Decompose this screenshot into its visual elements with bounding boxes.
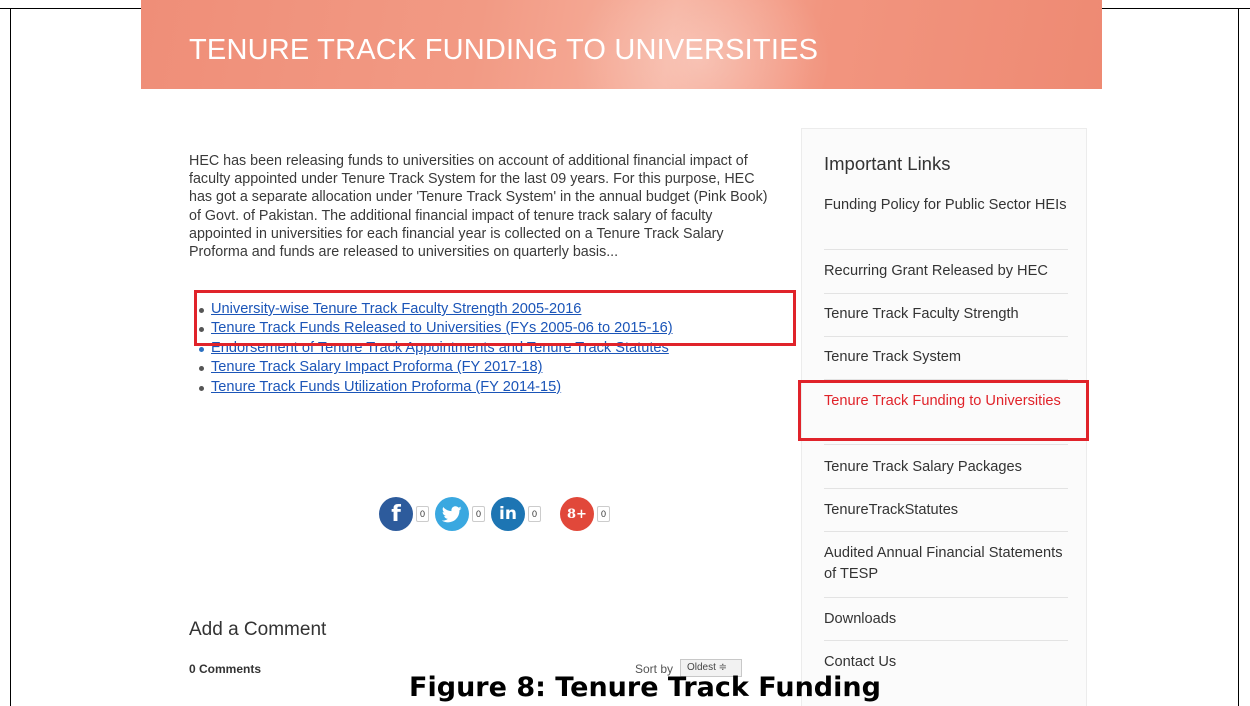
sidebar-item-faculty-strength[interactable]: Tenure Track Faculty Strength [824, 304, 1068, 325]
sidebar-divider [824, 444, 1068, 445]
highlight-box-documents [194, 290, 796, 346]
share-google-plus[interactable]: 8+ 0 [560, 497, 611, 531]
share-count: 0 [528, 506, 542, 522]
sidebar-item-statutes[interactable]: TenureTrackStatutes [824, 500, 1068, 521]
figure-right-border [1238, 8, 1239, 706]
sidebar-title: Important Links [824, 153, 951, 174]
sidebar-divider [824, 336, 1068, 337]
add-comment-heading: Add a Comment [189, 619, 327, 640]
doc-link-salary-impact-proforma[interactable]: Tenure Track Salary Impact Proforma (FY … [211, 359, 542, 375]
share-count: 0 [597, 506, 611, 522]
highlight-box-sidebar [798, 380, 1089, 441]
sidebar-item-downloads[interactable]: Downloads [824, 609, 1068, 630]
share-facebook[interactable]: f 0 [379, 497, 430, 531]
sidebar-item-tenure-track-system[interactable]: Tenure Track System [824, 347, 1068, 368]
share-twitter[interactable]: 0 [435, 497, 486, 531]
sidebar-item-funding-policy[interactable]: Funding Policy for Public Sector HEIs [824, 195, 1068, 216]
page-title: TENURE TRACK FUNDING TO UNIVERSITIES [189, 34, 819, 66]
sidebar-divider [824, 597, 1068, 598]
sidebar-item-salary-packages[interactable]: Tenure Track Salary Packages [824, 457, 1068, 478]
list-item: Tenure Track Funds Utilization Proforma … [189, 378, 789, 397]
sidebar-item-contact-us[interactable]: Contact Us [824, 652, 1068, 673]
sidebar-divider [824, 249, 1068, 250]
sidebar-item-audited-statements[interactable]: Audited Annual Financial Statements of T… [824, 543, 1068, 584]
doc-link-funds-utilization-proforma[interactable]: Tenure Track Funds Utilization Proforma … [211, 379, 561, 395]
facebook-icon[interactable]: f [379, 497, 413, 531]
linkedin-icon[interactable]: in [491, 497, 525, 531]
twitter-icon[interactable] [435, 497, 469, 531]
share-count: 0 [416, 506, 430, 522]
figure-left-border [10, 8, 11, 706]
share-linkedin[interactable]: in 0 [491, 497, 542, 531]
sidebar-item-recurring-grant[interactable]: Recurring Grant Released by HEC [824, 261, 1068, 282]
list-item: Tenure Track Salary Impact Proforma (FY … [189, 358, 789, 377]
intro-paragraph: HEC has been releasing funds to universi… [189, 153, 768, 261]
sidebar-divider [824, 293, 1068, 294]
sidebar-divider [824, 488, 1068, 489]
share-count: 0 [472, 506, 486, 522]
sidebar-divider [824, 531, 1068, 532]
google-plus-icon[interactable]: 8+ [560, 497, 594, 531]
page-banner: TENURE TRACK FUNDING TO UNIVERSITIES [141, 0, 1102, 89]
figure-caption: Figure 8: Tenure Track Funding [409, 672, 881, 703]
page: TENURE TRACK FUNDING TO UNIVERSITIES HEC… [0, 0, 1250, 706]
sidebar-divider [824, 640, 1068, 641]
